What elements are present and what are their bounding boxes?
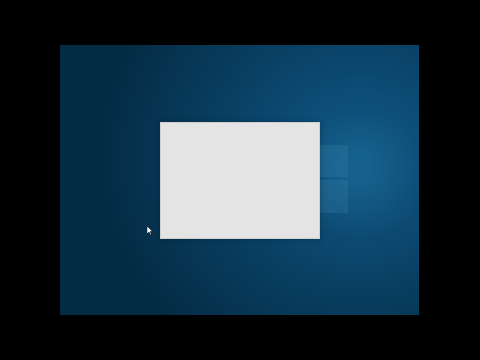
logo-pane-top [318,145,348,177]
desktop-screen[interactable] [60,45,419,315]
blank-dialog-window[interactable] [160,122,320,239]
wallpaper-logo [318,145,350,215]
mouse-pointer-icon [147,226,153,235]
display-frame [0,0,480,360]
logo-pane-bottom [318,180,348,213]
